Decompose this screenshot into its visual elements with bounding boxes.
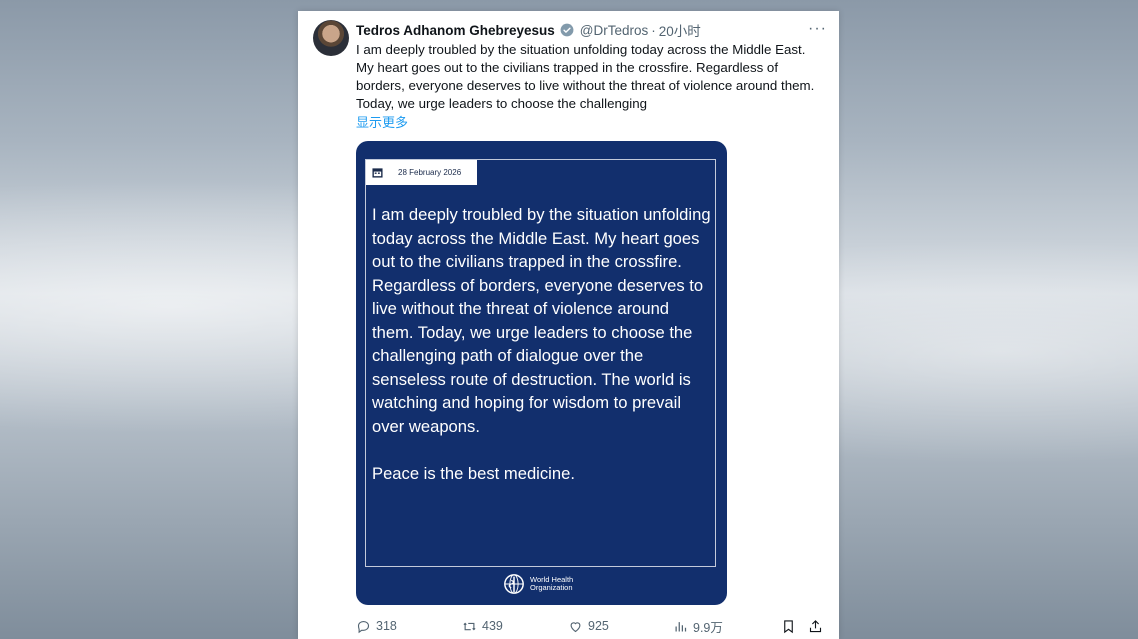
date-badge: 28 February 2026: [366, 160, 477, 185]
more-icon[interactable]: ···: [808, 20, 827, 38]
like-icon: [570, 621, 581, 632]
separator: ·: [651, 22, 656, 38]
timestamp[interactable]: 20小时: [659, 20, 701, 40]
reply-button[interactable]: 318: [356, 617, 397, 635]
tweet-text: I am deeply troubled by the situation un…: [356, 42, 815, 111]
media-quote: I am deeply troubled by the situation un…: [372, 205, 711, 483]
org-name: World Health Organization: [530, 575, 574, 592]
reply-count: 318: [376, 619, 397, 633]
calendar-icon: [372, 168, 383, 178]
bookmark-button[interactable]: [781, 617, 801, 635]
retweet-count: 439: [482, 619, 503, 633]
views-count: 9.9万: [693, 620, 723, 635]
like-count: 925: [588, 619, 609, 633]
show-more-link[interactable]: 显示更多: [356, 112, 408, 131]
tweet-card: Tedros Adhanom Ghebreyesus @DrTedros · 2…: [298, 11, 839, 639]
retweet-button[interactable]: 439: [462, 617, 503, 635]
views-icon: [675, 621, 687, 631]
avatar[interactable]: [313, 20, 349, 56]
retweet-icon: [463, 622, 476, 630]
author-name[interactable]: Tedros Adhanom Ghebreyesus: [356, 23, 555, 38]
media-date: 28 February 2026: [398, 168, 462, 177]
tweet-actions: 318 439 925 9.9万: [356, 617, 828, 635]
reply-icon: [357, 620, 370, 633]
share-icon: [809, 619, 822, 632]
share-button[interactable]: [808, 617, 828, 635]
who-logo-icon: [504, 574, 524, 594]
views-button[interactable]: 9.9万: [673, 617, 723, 635]
like-button[interactable]: 925: [568, 617, 609, 635]
author-handle[interactable]: @DrTedros: [580, 23, 648, 38]
bookmark-icon: [784, 619, 793, 633]
verified-icon: [560, 23, 574, 37]
tweet-media-image[interactable]: 28 February 2026 I am deeply troubled by…: [356, 141, 727, 605]
tweet-header: Tedros Adhanom Ghebreyesus @DrTedros · 2…: [356, 20, 827, 40]
